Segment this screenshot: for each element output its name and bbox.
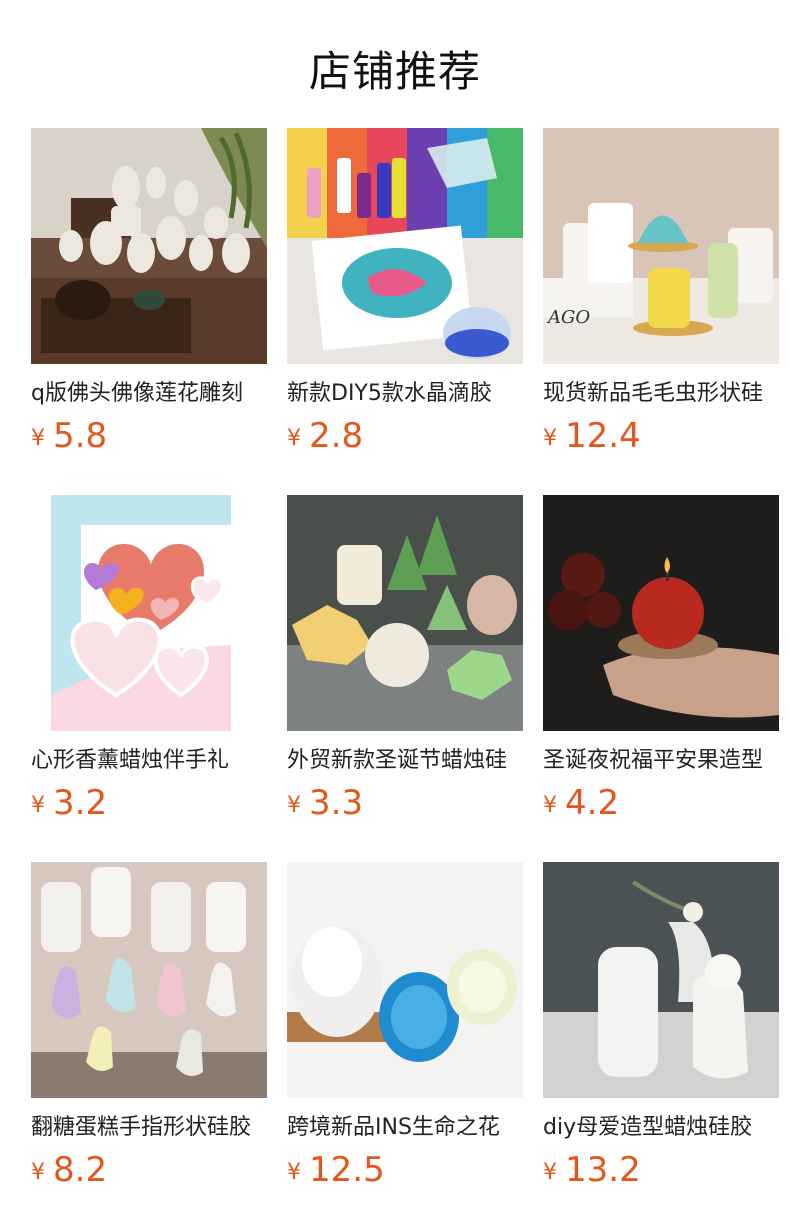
price-value: 8.2 [53,1150,108,1190]
product-name[interactable]: 新款DIY5款水晶滴胶 [287,378,523,412]
product-name[interactable]: 现货新品毛毛虫形状硅 [543,378,779,412]
product-grid: q版佛头佛像莲花雕刻 ¥5.8 新款DIY5款水晶滴胶 ¥ 2.8 AGO 现货… [31,128,781,1218]
currency-symbol: ¥ [543,793,557,818]
product-image[interactable] [543,495,779,731]
svg-text:AGO: AGO [546,307,590,328]
price-value: 5.8 [53,416,108,456]
product-image[interactable] [31,862,267,1098]
product-card[interactable]: 外贸新款圣诞节蜡烛硅 ¥3.3 [287,495,523,835]
product-price: ¥8.2 [31,1150,107,1194]
product-price: ¥13.2 [543,1150,641,1194]
product-price: ¥4.2 [543,783,619,827]
currency-symbol: ¥ [543,426,557,451]
price-value: 12.5 [309,1150,385,1190]
mother-love-candle-image [543,862,779,1098]
price-value: 3.2 [53,783,108,823]
product-card[interactable]: 圣诞夜祝福平安果造型 ¥4.2 [543,495,779,835]
product-name[interactable]: 心形香薰蜡烛伴手礼 [31,745,267,779]
product-card[interactable]: AGO 现货新品毛毛虫形状硅 ¥12.4 [543,128,779,468]
price-value: 2.8 [309,416,364,456]
caterpillar-candles-image: AGO [543,128,779,364]
product-price: ¥12.4 [543,416,641,460]
product-card[interactable]: 新款DIY5款水晶滴胶 ¥2.8 [287,128,523,468]
price-value: 12.4 [565,416,641,456]
price-value: 4.2 [565,783,620,823]
product-card[interactable]: q版佛头佛像莲花雕刻 ¥5.8 [31,128,267,468]
finger-candles-image [31,862,267,1098]
product-price: ¥12.5 [287,1150,385,1194]
currency-symbol: ¥ [287,1160,301,1185]
resin-pour-art-image [287,128,523,364]
product-image[interactable] [287,862,523,1098]
currency-symbol: ¥ [31,793,45,818]
currency-symbol: ¥ [287,426,301,451]
product-image[interactable] [31,128,267,364]
apple-candle-image [543,495,779,731]
product-price: ¥5.8 [31,416,107,460]
product-name[interactable]: diy母爱造型蜡烛硅胶 [543,1112,779,1146]
heart-molds-image [31,495,267,731]
price-value: 13.2 [565,1150,641,1190]
currency-symbol: ¥ [543,1160,557,1185]
product-price: ¥3.3 [287,783,363,827]
price-value: 3.3 [309,783,364,823]
product-name[interactable]: 跨境新品INS生命之花 [287,1112,523,1146]
product-card[interactable]: 心形香薰蜡烛伴手礼 ¥3.2 [31,495,267,835]
currency-symbol: ¥ [287,793,301,818]
product-image[interactable] [31,495,267,731]
product-name[interactable]: 外贸新款圣诞节蜡烛硅 [287,745,523,779]
pinecone-candles-image [287,862,523,1098]
product-name[interactable]: 翻糖蛋糕手指形状硅胶 [31,1112,267,1146]
currency-symbol: ¥ [31,1160,45,1185]
product-image[interactable]: AGO [543,128,779,364]
page-title: 店铺推荐 [308,47,481,96]
product-image[interactable] [543,862,779,1098]
product-image[interactable] [287,495,523,731]
product-name[interactable]: 圣诞夜祝福平安果造型 [543,745,779,779]
currency-symbol: ¥ [31,426,45,451]
buddha-statues-image [31,128,267,364]
christmas-candles-image [287,495,523,731]
product-name[interactable]: q版佛头佛像莲花雕刻 [31,378,267,412]
product-price: ¥2.8 [287,416,363,460]
product-card[interactable]: 翻糖蛋糕手指形状硅胶 ¥8.2 [31,862,267,1202]
product-image[interactable] [287,128,523,364]
product-card[interactable]: diy母爱造型蜡烛硅胶 ¥13.2 [543,862,779,1202]
product-card[interactable]: 跨境新品INS生命之花 ¥12.5 [287,862,523,1202]
product-price: ¥3.2 [31,783,107,827]
